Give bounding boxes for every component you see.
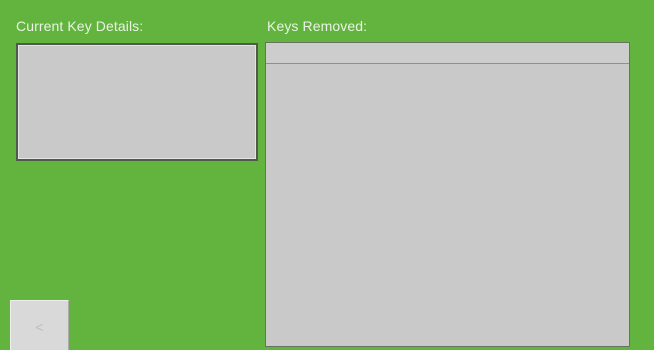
- current-key-details-label: Current Key Details:: [16, 18, 144, 34]
- keys-removed-label: Keys Removed:: [267, 18, 368, 34]
- keys-removed-list[interactable]: [265, 42, 630, 347]
- keys-removed-list-header: [266, 43, 629, 64]
- back-button[interactable]: <: [10, 300, 69, 350]
- key-removal-screen: Current Key Details: Keys Removed: <: [0, 0, 659, 352]
- chevron-left-icon: <: [35, 318, 44, 335]
- keys-removed-list-body[interactable]: [266, 64, 629, 346]
- current-key-details-panel: [16, 43, 258, 161]
